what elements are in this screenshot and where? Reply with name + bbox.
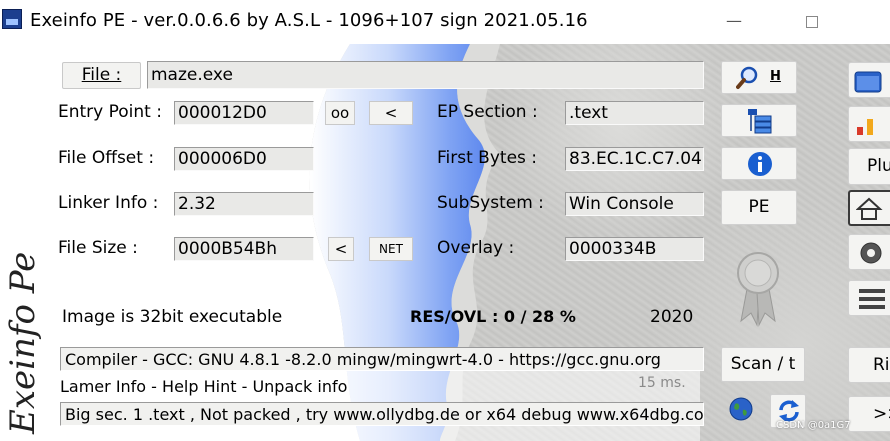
award-icon (737, 252, 779, 327)
maximize-button[interactable] (792, 6, 832, 36)
main-panel: Exeinfo Pe File : maze.exe Entry Point :… (0, 44, 890, 441)
chart-button[interactable] (848, 106, 890, 142)
list-icon (859, 289, 885, 309)
open-folder-icon (854, 71, 882, 93)
subsystem-label: SubSystem : (437, 193, 544, 213)
ep-back-button[interactable]: < (369, 101, 413, 125)
plugins-button[interactable]: Plu (848, 148, 890, 185)
gear-icon (860, 242, 882, 264)
settings-button[interactable] (848, 234, 890, 270)
file-offset-label: File Offset : (58, 148, 155, 168)
pe-button[interactable]: PE (721, 190, 797, 225)
file-name-field[interactable]: maze.exe (147, 61, 704, 89)
linker-info-field[interactable]: 2.32 (174, 192, 314, 216)
open-folder-button[interactable] (848, 62, 890, 98)
ep-section-field[interactable]: .text (565, 101, 704, 125)
first-bytes-label: First Bytes : (437, 148, 538, 168)
file-offset-field[interactable]: 000006D0 (174, 147, 314, 171)
next-button[interactable]: >> (848, 396, 890, 432)
overlay-field[interactable]: 0000334B (565, 237, 704, 261)
watermark: CSDN @0a1G7 (776, 420, 851, 431)
app-icon[interactable] (2, 9, 22, 29)
file-size-label: File Size : (58, 238, 138, 258)
file-size-field[interactable]: 0000B54Bh (174, 237, 314, 261)
ep-section-label: EP Section : (437, 102, 538, 122)
rip-button[interactable]: Rip (848, 347, 890, 383)
home-button[interactable] (848, 190, 890, 226)
subsystem-field[interactable]: Win Console (565, 192, 704, 216)
list-button[interactable] (848, 280, 890, 316)
exeinfo-logo: Exeinfo Pe (3, 252, 43, 435)
maximize-icon (806, 15, 818, 28)
overlay-label: Overlay : (437, 238, 515, 258)
image-info-text: Image is 32bit executable (62, 307, 283, 327)
title-bar: Exeinfo PE - ver.0.0.6.6 by A.S.L - 1096… (0, 0, 890, 44)
net-button[interactable]: NET (369, 237, 413, 261)
res-ovl-text: RES/OVL : 0 / 28 % (410, 307, 576, 326)
chart-icon (857, 119, 873, 135)
first-bytes-field[interactable]: 83.EC.1C.C7.04 (565, 147, 704, 171)
year-text: 2020 (650, 307, 694, 327)
timing-text: 15 ms. (638, 375, 686, 391)
info-icon (748, 152, 772, 176)
entry-point-label: Entry Point : (58, 102, 162, 122)
info-button[interactable] (721, 147, 797, 180)
minimize-button[interactable]: — (714, 6, 754, 36)
oo-button[interactable]: oo (325, 101, 355, 125)
sections-icon (748, 109, 772, 134)
search-button[interactable]: H (721, 61, 797, 94)
lamer-info-link[interactable]: Lamer Info - Help Hint - Unpack info (60, 377, 347, 396)
window-title: Exeinfo PE - ver.0.0.6.6 by A.S.L - 1096… (30, 10, 588, 31)
globe-icon[interactable] (728, 396, 754, 422)
hint-field[interactable]: Big sec. 1 .text , Not packed , try www.… (60, 402, 704, 426)
compiler-field[interactable]: Compiler - GCC: GNU 4.8.1 -8.2.0 mingw/m… (60, 347, 704, 371)
file-button-label: File : (81, 65, 122, 85)
search-button-label: H (770, 69, 781, 84)
entry-point-field[interactable]: 000012D0 (174, 101, 314, 125)
home-icon (856, 197, 883, 220)
sections-button[interactable] (721, 104, 797, 137)
linker-info-label: Linker Info : (58, 193, 159, 213)
file-open-button[interactable]: File : (62, 62, 141, 89)
size-back-button[interactable]: < (328, 237, 354, 261)
minimize-icon: — (726, 11, 742, 30)
scan-button[interactable]: Scan / t (721, 347, 805, 382)
logo-text: Exeinfo Pe (3, 252, 43, 435)
